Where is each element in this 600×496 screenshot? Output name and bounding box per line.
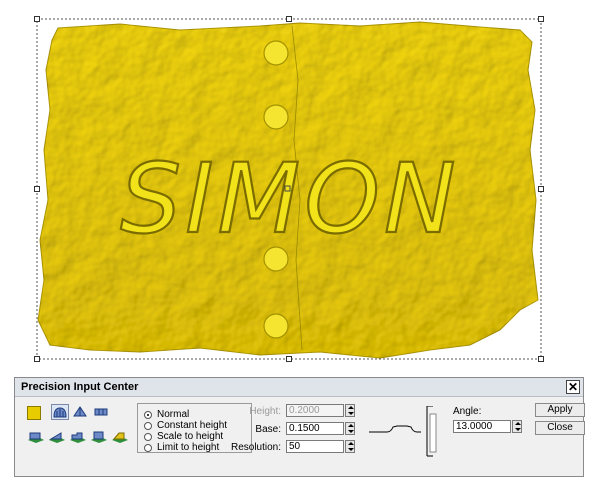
height-stepper[interactable] bbox=[345, 404, 355, 417]
angle-stepper[interactable] bbox=[512, 420, 522, 433]
radio-label: Scale to height bbox=[157, 431, 224, 442]
flat-bar-icon[interactable] bbox=[93, 404, 111, 420]
base-stepper[interactable] bbox=[345, 422, 355, 435]
apply-button[interactable]: Apply bbox=[535, 403, 585, 417]
radio-normal[interactable]: Normal bbox=[144, 409, 189, 420]
arch-icon[interactable] bbox=[72, 404, 90, 420]
radio-scale-to-height[interactable]: Scale to height bbox=[144, 431, 223, 442]
slab-ramp-icon[interactable] bbox=[48, 430, 66, 446]
resolution-label: Resolution: bbox=[230, 442, 281, 453]
radio-label: Limit to height bbox=[157, 442, 220, 453]
precision-input-dialog: Precision Input Center ✕ Normal Constant… bbox=[14, 377, 585, 477]
height-field[interactable]: 0.2000 bbox=[286, 404, 344, 417]
resize-handle-left[interactable] bbox=[34, 186, 40, 192]
radio-label: Constant height bbox=[157, 420, 228, 431]
resolution-field[interactable]: 50 bbox=[286, 440, 344, 453]
close-icon[interactable]: ✕ bbox=[566, 380, 580, 394]
resize-handle-top-right[interactable] bbox=[538, 16, 544, 22]
resize-handle-top-left[interactable] bbox=[34, 16, 40, 22]
resize-handle-bottom-right[interactable] bbox=[538, 356, 544, 362]
resize-handle-bottom-left[interactable] bbox=[34, 356, 40, 362]
base-field[interactable]: 0.1500 bbox=[286, 422, 344, 435]
resolution-stepper[interactable] bbox=[345, 440, 355, 453]
slab-step-icon[interactable] bbox=[69, 430, 87, 446]
dome-icon[interactable] bbox=[51, 404, 69, 420]
height-label: Height: bbox=[249, 406, 281, 417]
dialog-titlebar[interactable]: Precision Input Center ✕ bbox=[15, 378, 583, 397]
profile-preview bbox=[369, 406, 437, 457]
close-button[interactable]: Close bbox=[535, 421, 585, 435]
radio-label: Normal bbox=[157, 409, 190, 420]
radio-limit-to-height[interactable]: Limit to height bbox=[144, 442, 219, 453]
resize-handle-top[interactable] bbox=[286, 16, 292, 22]
slab-icon[interactable] bbox=[27, 430, 45, 446]
angle-label: Angle: bbox=[453, 406, 482, 417]
design-canvas[interactable]: SIMON bbox=[0, 0, 600, 370]
relief-text[interactable]: SIMON bbox=[119, 142, 459, 256]
dialog-title: Precision Input Center bbox=[21, 381, 139, 393]
radio-constant-height[interactable]: Constant height bbox=[144, 420, 227, 431]
color-swatch[interactable] bbox=[27, 406, 41, 420]
resize-handle-bottom[interactable] bbox=[286, 356, 292, 362]
angle-field[interactable]: 13.0000 bbox=[453, 420, 511, 433]
slab-box-icon[interactable] bbox=[90, 430, 108, 446]
base-label: Base: bbox=[255, 424, 281, 435]
relief-view: SIMON bbox=[36, 18, 542, 360]
slab-wedge-icon[interactable] bbox=[111, 430, 129, 446]
resize-handle-right[interactable] bbox=[538, 186, 544, 192]
